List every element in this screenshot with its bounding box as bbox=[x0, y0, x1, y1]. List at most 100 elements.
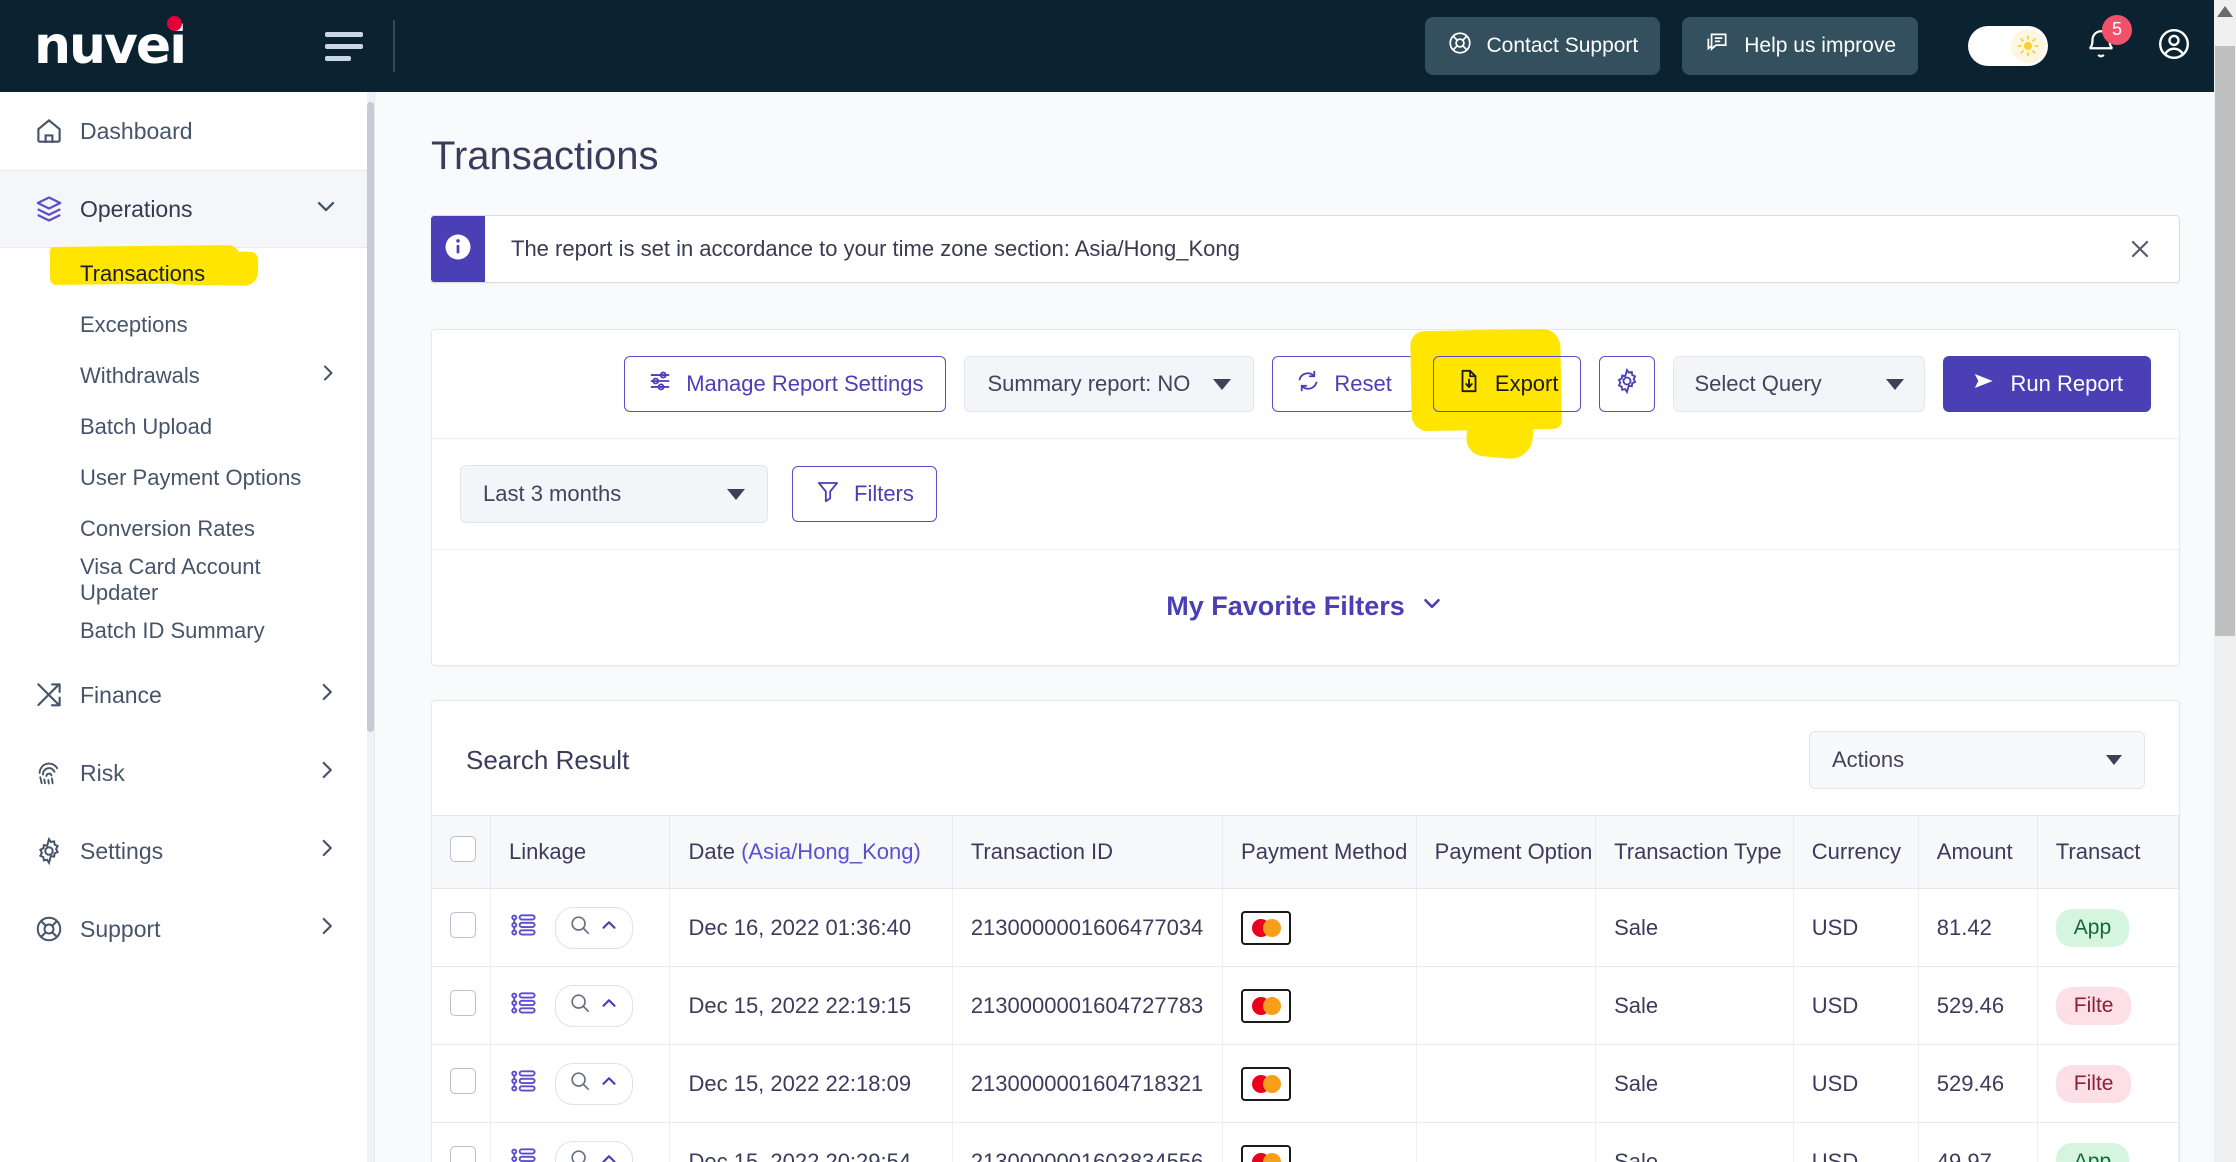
reset-button[interactable]: Reset bbox=[1272, 356, 1415, 412]
sidebar-item-conversion-rates[interactable]: Conversion Rates bbox=[0, 503, 374, 554]
table-row[interactable]: Dec 16, 2022 01:36:40 213000000160647703… bbox=[432, 888, 2179, 967]
th-transaction-status[interactable]: Transact bbox=[2037, 815, 2179, 889]
my-favorite-filters-toggle[interactable]: My Favorite Filters bbox=[1166, 590, 1445, 623]
row-checkbox[interactable] bbox=[450, 1067, 476, 1094]
th-payment-method[interactable]: Payment Method bbox=[1222, 815, 1417, 889]
payment-option-cell bbox=[1416, 888, 1597, 967]
sidebar-item-visa-card-account-updater[interactable]: Visa Card Account Updater bbox=[0, 554, 374, 605]
play-send-icon bbox=[1971, 368, 1997, 400]
page-scrollbar-thumb[interactable] bbox=[2215, 46, 2235, 636]
sidebar-item-label: Visa Card Account Updater bbox=[80, 553, 261, 605]
row-inspect-button[interactable] bbox=[554, 984, 633, 1027]
main-content: Transactions The report is set in accord… bbox=[375, 92, 2236, 1162]
sidebar-item-label: Support bbox=[80, 915, 161, 942]
sidebar-item-user-payment-options[interactable]: User Payment Options bbox=[0, 452, 374, 503]
chevron-up-icon bbox=[598, 1070, 620, 1098]
amount-cell: 49.97 bbox=[1918, 1122, 2038, 1162]
select-all-checkbox[interactable] bbox=[450, 836, 476, 862]
sidebar-item-exceptions[interactable]: Exceptions bbox=[0, 299, 374, 350]
chevron-up-icon bbox=[598, 1148, 620, 1162]
status-cell: App bbox=[2037, 888, 2179, 967]
run-report-button[interactable]: Run Report bbox=[1943, 356, 2151, 412]
sidebar-item-transactions[interactable]: Transactions bbox=[0, 245, 374, 299]
close-icon[interactable] bbox=[2127, 216, 2179, 282]
theme-toggle[interactable] bbox=[1968, 26, 2048, 66]
timeline-list-icon[interactable] bbox=[509, 1144, 539, 1162]
summary-report-dropdown[interactable]: Summary report: NO bbox=[964, 356, 1255, 412]
timeline-list-icon[interactable] bbox=[509, 988, 539, 1024]
table-row[interactable]: Dec 15, 2022 22:18:09 213000000160471832… bbox=[432, 1044, 2179, 1123]
row-inspect-button[interactable] bbox=[554, 1062, 633, 1105]
chevron-down-icon bbox=[2106, 755, 2122, 765]
funnel-icon bbox=[815, 478, 841, 510]
export-button-wrapper: Export bbox=[1410, 328, 1582, 432]
sidebar-item-batch-upload[interactable]: Batch Upload bbox=[0, 401, 374, 452]
search-icon bbox=[568, 913, 592, 943]
row-select-cell bbox=[432, 1044, 491, 1123]
chevron-right-icon bbox=[316, 361, 340, 391]
th-date[interactable]: Date (Asia/Hong_Kong) bbox=[669, 815, 953, 889]
refresh-icon bbox=[1295, 368, 1321, 400]
filters-row: Last 3 months Filters bbox=[432, 439, 2179, 550]
currency-cell: USD bbox=[1793, 1044, 1919, 1123]
sidebar-item-operations[interactable]: Operations bbox=[0, 170, 374, 248]
help-us-improve-button[interactable]: Help us improve bbox=[1682, 17, 1918, 75]
contact-support-button[interactable]: Contact Support bbox=[1424, 17, 1661, 75]
mastercard-icon bbox=[1241, 1144, 1292, 1162]
info-icon bbox=[443, 232, 473, 267]
actions-dropdown[interactable]: Actions bbox=[1809, 731, 2145, 789]
sidebar-item-label: Exceptions bbox=[80, 311, 188, 337]
th-linkage[interactable]: Linkage bbox=[490, 815, 671, 889]
sidebar-item-support[interactable]: Support bbox=[0, 890, 374, 968]
status-cell: App bbox=[2037, 1122, 2179, 1162]
th-transaction-id[interactable]: Transaction ID bbox=[952, 815, 1224, 889]
sidebar-item-settings[interactable]: Settings bbox=[0, 812, 374, 890]
timeline-list-icon[interactable] bbox=[509, 910, 539, 946]
sidebar-item-finance[interactable]: Finance bbox=[0, 656, 374, 734]
sidebar-scrollbar-track[interactable] bbox=[367, 92, 374, 1162]
th-transaction-type[interactable]: Transaction Type bbox=[1595, 815, 1794, 889]
amount-cell: 81.42 bbox=[1918, 888, 2038, 967]
row-select-cell bbox=[432, 966, 491, 1045]
sidebar-item-risk[interactable]: Risk bbox=[0, 734, 374, 812]
date-range-value: Last 3 months bbox=[483, 481, 622, 506]
user-avatar-button[interactable] bbox=[2156, 26, 2192, 67]
logo-text: nuvei bbox=[34, 16, 187, 76]
export-button[interactable]: Export bbox=[1432, 356, 1582, 412]
date-range-dropdown[interactable]: Last 3 months bbox=[460, 465, 768, 523]
timeline-list-icon[interactable] bbox=[509, 1066, 539, 1102]
sidebar-item-withdrawals[interactable]: Withdrawals bbox=[0, 350, 374, 401]
nuvei-logo[interactable]: nuvei bbox=[34, 16, 187, 72]
row-checkbox[interactable] bbox=[450, 911, 476, 938]
row-checkbox[interactable] bbox=[450, 1145, 476, 1162]
sidebar-item-batch-id-summary[interactable]: Batch ID Summary bbox=[0, 605, 374, 656]
filters-button[interactable]: Filters bbox=[792, 466, 937, 522]
manage-report-settings-button[interactable]: Manage Report Settings bbox=[624, 356, 947, 412]
th-payment-option[interactable]: Payment Option bbox=[1416, 815, 1597, 889]
header-divider bbox=[393, 20, 395, 72]
scroll-up-arrow-icon[interactable] bbox=[2217, 6, 2233, 17]
row-inspect-button[interactable] bbox=[554, 906, 633, 949]
report-settings-gear-button[interactable] bbox=[1599, 356, 1656, 412]
th-date-label: Date bbox=[688, 839, 735, 864]
hamburger-menu-icon[interactable] bbox=[325, 31, 363, 61]
table-row[interactable]: Dec 15, 2022 22:19:15 213000000160472778… bbox=[432, 966, 2179, 1045]
th-currency[interactable]: Currency bbox=[1793, 815, 1919, 889]
transactions-table-body: Dec 16, 2022 01:36:40 213000000160647703… bbox=[432, 888, 2179, 1162]
sidebar-scrollbar-thumb[interactable] bbox=[367, 102, 374, 732]
search-icon bbox=[568, 991, 592, 1021]
table-row[interactable]: Dec 15, 2022 20:29:54 213000000160383455… bbox=[432, 1122, 2179, 1162]
th-amount[interactable]: Amount bbox=[1918, 815, 2038, 889]
help-us-improve-label: Help us improve bbox=[1744, 34, 1896, 57]
status-badge: App bbox=[2055, 908, 2130, 947]
row-checkbox[interactable] bbox=[450, 989, 476, 1016]
sidebar-item-label: User Payment Options bbox=[80, 464, 302, 490]
select-query-dropdown[interactable]: Select Query bbox=[1673, 356, 1926, 412]
theme-toggle-knob bbox=[2011, 29, 2045, 63]
transaction-id-cell: 2130000001604727783 bbox=[952, 966, 1224, 1045]
status-badge: Filte bbox=[2055, 986, 2132, 1025]
row-inspect-button[interactable] bbox=[554, 1140, 633, 1162]
notifications-button[interactable]: 5 bbox=[2084, 14, 2132, 66]
transaction-type-cell: Sale bbox=[1595, 1044, 1794, 1123]
sidebar-item-dashboard[interactable]: Dashboard bbox=[0, 92, 374, 170]
